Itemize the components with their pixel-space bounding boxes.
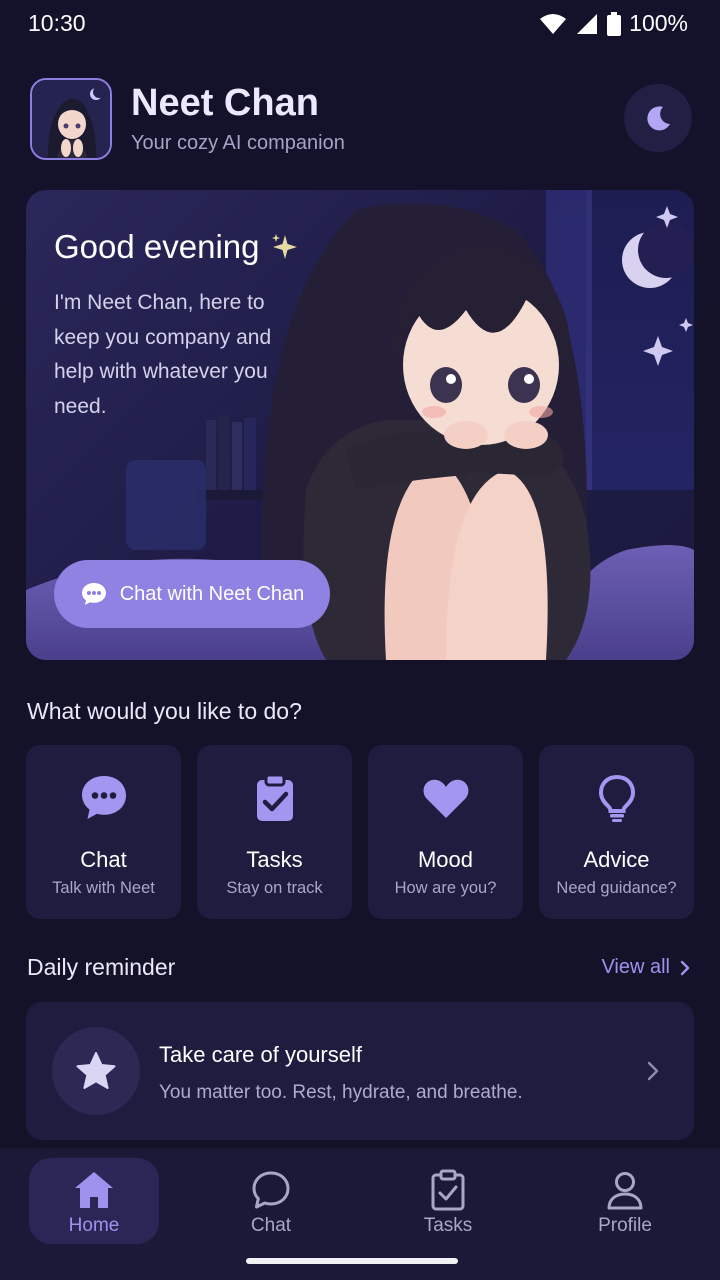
app-title: Neet Chan: [131, 82, 319, 124]
battery-icon: [607, 11, 622, 36]
chat-dots-icon: [81, 583, 106, 605]
reminder-icon-circle: [52, 1027, 140, 1115]
avatar-illustration: [32, 80, 110, 158]
action-chat[interactable]: Chat Talk with Neet: [26, 745, 181, 919]
view-all-link[interactable]: View all: [601, 956, 690, 979]
quick-actions: Chat Talk with Neet Tasks Stay on track …: [26, 745, 694, 919]
sparkles-icon: [271, 234, 297, 259]
action-mood[interactable]: Mood How are you?: [368, 745, 523, 919]
action-advice-title: Advice: [583, 847, 650, 872]
heart-icon: [423, 779, 468, 818]
person-icon: [607, 1172, 643, 1210]
greeting-title: Good evening: [54, 228, 300, 266]
chat-bubble-icon: [81, 776, 126, 819]
nav-chat-label: Chat: [250, 1215, 292, 1236]
signal-icon: [577, 13, 598, 34]
action-advice[interactable]: Advice Need guidance?: [539, 745, 694, 919]
theme-toggle-button[interactable]: [624, 84, 692, 152]
home-screen: 10:30 100% Neet Chan Your cozy AI compan…: [0, 0, 720, 1280]
action-tasks-subtitle: Stay on track: [226, 879, 323, 897]
reminder-section-title: Daily reminder: [27, 954, 176, 980]
view-all-label: View all: [601, 956, 670, 978]
action-mood-title: Mood: [417, 847, 474, 872]
clipboard-outline-icon: [431, 1169, 465, 1211]
bottom-navigation: Home Chat Tasks Profile: [0, 1148, 720, 1280]
avatar[interactable]: [30, 78, 112, 160]
reminder-title: Take care of yourself: [159, 1042, 362, 1067]
chevron-right-icon: [680, 960, 690, 975]
nav-home-label: Home: [68, 1215, 120, 1236]
lightbulb-icon: [598, 774, 635, 822]
greeting-text: Good evening: [54, 228, 260, 265]
app-subtitle: Your cozy AI companion: [131, 132, 345, 154]
star-icon: [76, 1052, 116, 1089]
action-chat-title: Chat: [80, 847, 127, 872]
action-tasks-title: Tasks: [246, 847, 303, 872]
nav-home[interactable]: Home: [29, 1158, 159, 1244]
nav-tasks[interactable]: Tasks: [383, 1158, 513, 1244]
reminder-subtitle: You matter too. Rest, hydrate, and breat…: [159, 1082, 523, 1103]
nav-chat[interactable]: Chat: [206, 1158, 336, 1244]
clipboard-check-icon: [256, 773, 293, 821]
chat-with-neet-button[interactable]: Chat with Neet Chan: [54, 560, 330, 628]
home-indicator: [246, 1258, 458, 1264]
status-icons: 100%: [539, 10, 688, 37]
battery-percent: 100%: [629, 10, 688, 36]
action-mood-subtitle: How are you?: [394, 879, 497, 897]
actions-section-title: What would you like to do?: [27, 698, 302, 724]
nav-tasks-label: Tasks: [423, 1215, 473, 1236]
reminder-chevron-icon: [647, 1061, 659, 1081]
nav-profile-label: Profile: [598, 1215, 652, 1236]
reminder-card[interactable]: Take care of yourself You matter too. Re…: [26, 1002, 694, 1140]
nav-profile[interactable]: Profile: [560, 1158, 690, 1244]
greeting-message: I'm Neet Chan, here to keep you company …: [54, 291, 272, 418]
app-header: Neet Chan Your cozy AI companion: [30, 78, 692, 160]
status-bar: 10:30 100%: [0, 0, 720, 48]
action-chat-subtitle: Talk with Neet: [52, 879, 155, 897]
chat-outline-icon: [252, 1171, 290, 1209]
hero-card: Good evening I'm Neet Chan, here to keep…: [26, 190, 694, 660]
status-time: 10:30: [28, 10, 86, 36]
moon-icon: [647, 106, 670, 131]
home-icon: [75, 1172, 113, 1208]
action-advice-subtitle: Need guidance?: [556, 879, 677, 897]
wifi-icon: [540, 13, 567, 34]
action-tasks[interactable]: Tasks Stay on track: [197, 745, 352, 919]
chat-with-neet-label: Chat with Neet Chan: [119, 582, 305, 605]
